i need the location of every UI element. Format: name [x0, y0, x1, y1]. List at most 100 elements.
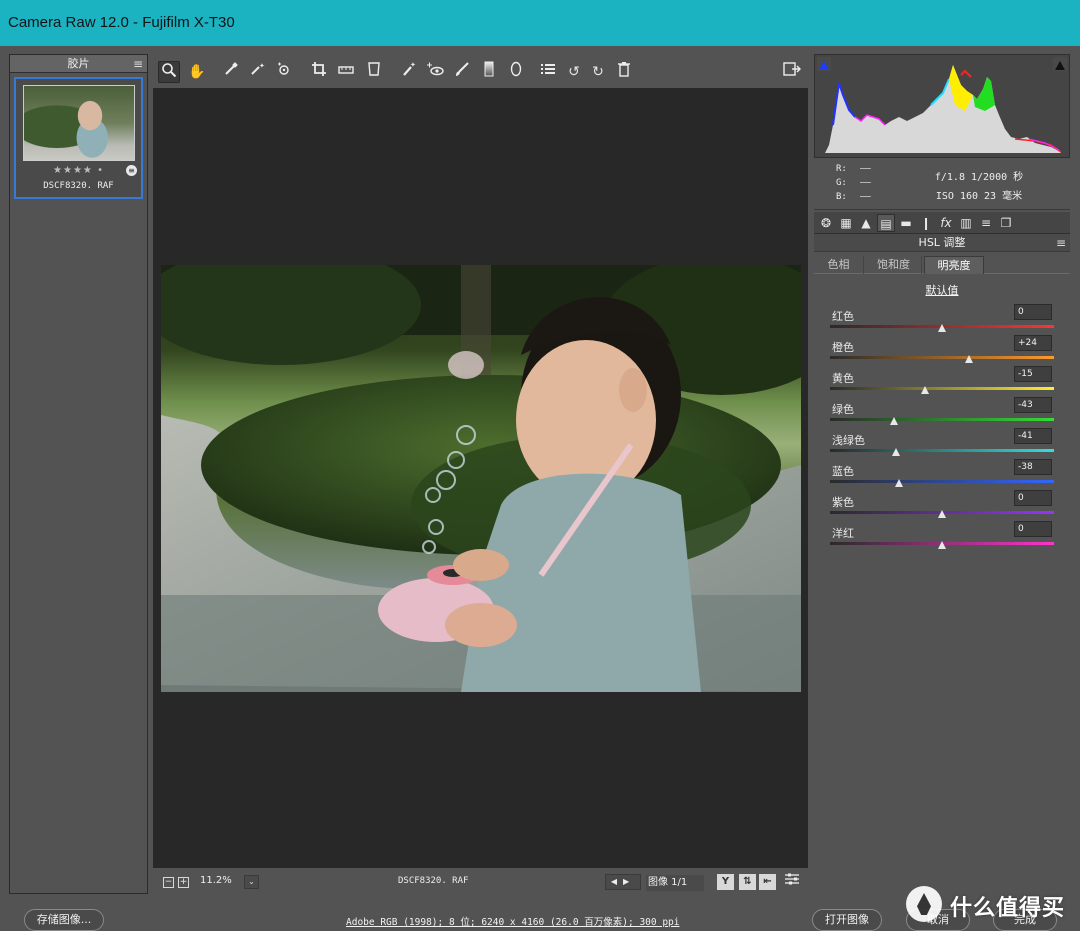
snapshots-panel-icon[interactable]: ❐ [997, 214, 1015, 232]
filmstrip-thumbnail[interactable]: ★★★★ • ≡ DSCF8320. RAF [14, 77, 143, 199]
filmstrip-title: 胶片 [67, 57, 90, 70]
hsl-slider[interactable]: 紫色 0 [830, 490, 1054, 524]
hsl-panel-header: HSL 调整 ≡ [814, 234, 1070, 252]
hsl-slider-thumb[interactable] [895, 479, 904, 487]
window-title-bar: Camera Raw 12.0 - Fujifilm X-T30 [0, 0, 1080, 46]
hsl-slider[interactable]: 蓝色 -38 [830, 459, 1054, 493]
image-navigation[interactable]: ◀▶ [605, 874, 641, 890]
hsl-slider-track[interactable] [830, 480, 1054, 483]
zoom-tool-icon[interactable] [158, 61, 180, 83]
hsl-slider-thumb[interactable] [938, 324, 946, 332]
r-label: R: [836, 164, 847, 174]
hsl-slider-track[interactable] [830, 418, 1054, 421]
filmstrip-menu-icon[interactable]: ≡ [133, 55, 143, 73]
hsl-slider-value-input[interactable]: -38 [1014, 459, 1052, 475]
before-after-view-button[interactable]: Y [717, 874, 734, 890]
rotate-right-icon[interactable]: ↻ [587, 61, 609, 83]
tab-luminance[interactable]: 明亮度 [924, 256, 984, 274]
lens-corrections-panel-icon[interactable]: ❙ [917, 214, 935, 232]
hsl-panel-icon[interactable]: ▤ [877, 214, 895, 232]
panel-tabs: ❂ ▦ ▲ ▤ ▬ ❙ fx ▥ ≡ ❐ [814, 212, 1070, 234]
hsl-slider-track[interactable] [830, 387, 1054, 390]
hsl-slider[interactable]: 黄色 -15 [830, 366, 1054, 400]
hsl-slider[interactable]: 浅绿色 -41 [830, 428, 1054, 462]
white-balance-tool-icon[interactable] [220, 61, 242, 83]
tab-hue[interactable]: 色相 [814, 256, 864, 274]
image-info: R: —— G: —— B: —— f/1.8 1/2000 秒 ISO 160 23… [814, 158, 1070, 210]
radial-filter-icon[interactable] [505, 61, 527, 83]
b-label: B: [836, 192, 847, 202]
hsl-slider-label: 浅绿色 [832, 434, 865, 447]
hsl-slider-thumb[interactable] [889, 417, 898, 425]
hand-tool-icon[interactable]: ✋ [186, 61, 208, 83]
adjustment-brush-icon[interactable] [451, 61, 473, 83]
hsl-slider[interactable]: 绿色 -43 [830, 397, 1054, 431]
split-toning-panel-icon[interactable]: ▬ [897, 214, 915, 232]
open-image-button[interactable]: 打开图像 [812, 909, 882, 931]
tone-curve-panel-icon[interactable]: ▦ [837, 214, 855, 232]
rotate-left-icon[interactable]: ↺ [563, 61, 585, 83]
lens-info: ISO 160 23 毫米 [935, 191, 1023, 202]
targeted-adjustment-tool-icon[interactable] [273, 61, 295, 83]
filmstrip-panel: 胶片 ≡ ★★★★ • ≡ DSCF8320. RAF [9, 54, 148, 894]
swap-settings-icon[interactable]: ⇅ [739, 874, 756, 890]
red-eye-tool-icon[interactable] [424, 61, 446, 83]
spot-removal-tool-icon[interactable]: ✦ [398, 61, 420, 83]
hsl-slider-value-input[interactable]: -15 [1014, 366, 1052, 382]
hsl-slider-label: 绿色 [832, 403, 854, 416]
zoom-in-button[interactable]: + [178, 877, 189, 888]
hsl-slider-label: 黄色 [832, 372, 854, 385]
hsl-menu-icon[interactable]: ≡ [1056, 234, 1066, 252]
hsl-slider[interactable]: 橙色 +24 [830, 335, 1054, 369]
workflow-options-link[interactable]: Adobe RGB (1998); 8 位; 6240 x 4160 (26.0… [346, 914, 679, 928]
hsl-slider-thumb[interactable] [964, 355, 973, 363]
filmstrip-header: 胶片 ≡ [10, 55, 147, 73]
detail-panel-icon[interactable]: ▲ [857, 214, 875, 232]
hsl-slider[interactable]: 红色 0 [830, 304, 1054, 338]
tab-saturation[interactable]: 饱和度 [866, 256, 922, 274]
zoom-out-button[interactable]: − [163, 877, 174, 888]
hsl-slider-value-input[interactable]: 0 [1014, 490, 1052, 506]
hsl-slider-value-input[interactable]: +24 [1014, 335, 1052, 351]
effects-panel-icon[interactable]: fx [937, 214, 955, 232]
camera-calibration-panel-icon[interactable]: ▥ [957, 214, 975, 232]
color-sampler-tool-icon[interactable]: ✦ [246, 61, 268, 83]
canvas-status-bar: − + 11.2% ⌄ DSCF8320. RAF ◀▶ 图像 1/1 Y ⇅ … [153, 870, 808, 894]
save-image-button[interactable]: 存储图像... [24, 909, 104, 931]
site-watermark: 什么值得买 [906, 884, 1076, 928]
presets-panel-icon[interactable]: ≡ [977, 214, 995, 232]
trash-icon[interactable] [613, 61, 635, 83]
transform-tool-icon[interactable] [363, 61, 385, 83]
preferences-icon[interactable] [537, 61, 559, 83]
hsl-slider-value-input[interactable]: 0 [1014, 304, 1052, 320]
thumbnail-rating[interactable]: ★★★★ • [16, 165, 141, 176]
hsl-slider-value-input[interactable]: -41 [1014, 428, 1052, 444]
hsl-slider-value-input[interactable]: -43 [1014, 397, 1052, 413]
hsl-slider-thumb[interactable] [938, 541, 946, 549]
exposure-info: f/1.8 1/2000 秒 [934, 172, 1024, 183]
photo-preview[interactable] [161, 265, 801, 692]
hsl-panel-title: HSL 调整 [918, 236, 966, 249]
hsl-subtabs: 色相 饱和度 明亮度 [814, 256, 1070, 274]
g-value: —— [860, 178, 871, 188]
hsl-slider-thumb[interactable] [938, 510, 946, 518]
image-canvas[interactable] [153, 88, 808, 868]
default-link[interactable]: 默认值 [814, 282, 1070, 298]
hsl-slider[interactable]: 洋红 0 [830, 521, 1054, 555]
fullscreen-toggle-icon[interactable] [781, 61, 803, 83]
histogram [814, 54, 1070, 158]
hsl-slider-track[interactable] [830, 356, 1054, 359]
hsl-slider-thumb[interactable] [892, 448, 901, 456]
graduated-filter-icon[interactable] [478, 61, 500, 83]
zoom-dropdown[interactable]: ⌄ [244, 875, 259, 889]
hsl-slider-track[interactable] [830, 449, 1054, 452]
window-title: Camera Raw 12.0 - Fujifilm X-T30 [8, 14, 235, 31]
crop-tool-icon[interactable] [308, 61, 330, 83]
hsl-slider-thumb[interactable] [921, 386, 930, 394]
hsl-slider-value-input[interactable]: 0 [1014, 521, 1052, 537]
basic-panel-icon[interactable]: ❂ [817, 214, 835, 232]
toggle-settings-icon[interactable] [781, 871, 803, 893]
svg-text:✦: ✦ [259, 62, 265, 70]
copy-settings-icon[interactable]: ⇤ [759, 874, 776, 890]
straighten-tool-icon[interactable] [335, 61, 357, 83]
